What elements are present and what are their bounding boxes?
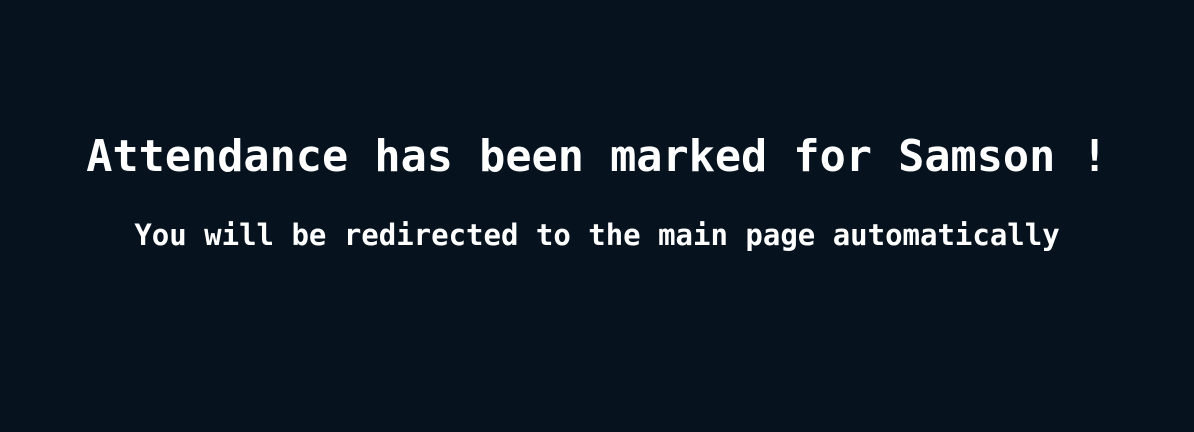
confirmation-title: Attendance has been marked for Samson ! [86,132,1108,182]
redirect-notice: You will be redirected to the main page … [134,218,1060,252]
